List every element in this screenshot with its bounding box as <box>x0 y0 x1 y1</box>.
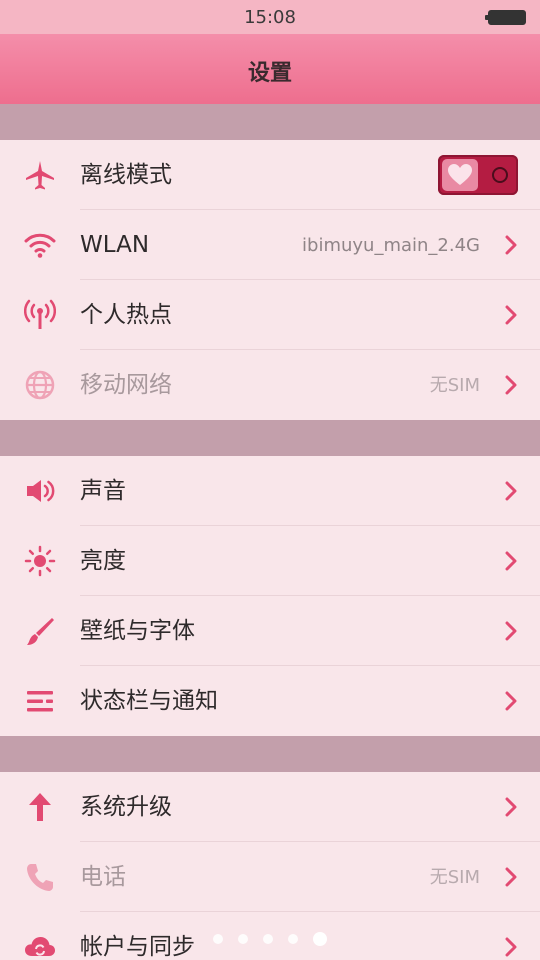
setting-label: WLAN <box>80 232 150 258</box>
setting-row-statusbar-notifications[interactable]: 状态栏与通知 <box>0 666 540 736</box>
page-dot[interactable] <box>288 934 298 944</box>
setting-row-airplane-mode[interactable]: 离线模式 <box>0 140 540 210</box>
speaker-icon <box>22 474 58 508</box>
brush-icon <box>22 614 58 648</box>
battery-icon <box>485 10 526 25</box>
setting-label: 亮度 <box>80 548 126 574</box>
setting-row-hotspot[interactable]: 个人热点 <box>0 280 540 350</box>
setting-row-wlan[interactable]: WLAN ibimuyu_main_2.4G <box>0 210 540 280</box>
section-divider <box>0 736 540 772</box>
settings-group-network: 离线模式 WLAN ibimuyu_main_2.4G 个人热点 移动网络 无S… <box>0 140 540 420</box>
setting-label: 电话 <box>80 864 126 890</box>
phone-icon <box>22 860 58 894</box>
setting-row-system-update[interactable]: 系统升级 <box>0 772 540 842</box>
page-indicator[interactable] <box>0 932 540 946</box>
page-dot[interactable] <box>313 932 327 946</box>
setting-label: 个人热点 <box>80 302 172 328</box>
page-title: 设置 <box>247 61 292 86</box>
page-dot[interactable] <box>238 934 248 944</box>
setting-label: 声音 <box>80 478 126 504</box>
setting-label: 移动网络 <box>80 372 172 398</box>
wifi-icon <box>22 228 58 262</box>
setting-row-wallpaper-font[interactable]: 壁纸与字体 <box>0 596 540 666</box>
airplane-icon <box>22 158 58 192</box>
chevron-right-icon <box>504 305 518 325</box>
chevron-right-icon <box>504 621 518 641</box>
wlan-network-name: ibimuyu_main_2.4G <box>302 235 480 256</box>
list-icon <box>22 684 58 718</box>
chevron-right-icon <box>504 867 518 887</box>
globe-icon <box>22 368 58 402</box>
airplane-mode-toggle[interactable] <box>438 155 518 195</box>
arrow-up-icon <box>22 790 58 824</box>
section-divider <box>0 104 540 140</box>
setting-label: 状态栏与通知 <box>80 688 218 714</box>
setting-label: 离线模式 <box>80 162 172 188</box>
status-bar: 15:08 <box>0 0 540 34</box>
settings-group-display: 声音 亮度 壁纸与字体 状态栏与通知 <box>0 456 540 736</box>
chevron-right-icon <box>504 691 518 711</box>
setting-row-brightness[interactable]: 亮度 <box>0 526 540 596</box>
chevron-right-icon <box>504 797 518 817</box>
chevron-right-icon <box>504 375 518 395</box>
toggle-indicator <box>492 167 508 183</box>
section-divider <box>0 420 540 456</box>
chevron-right-icon <box>504 481 518 501</box>
sim-status: 无SIM <box>429 375 480 396</box>
header: 设置 <box>0 34 540 104</box>
sun-icon <box>22 544 58 578</box>
chevron-right-icon <box>504 235 518 255</box>
sim-status: 无SIM <box>429 867 480 888</box>
chevron-right-icon <box>504 551 518 571</box>
hotspot-icon <box>22 298 58 332</box>
setting-label: 系统升级 <box>80 794 172 820</box>
heart-icon <box>442 159 478 191</box>
setting-row-mobile-network[interactable]: 移动网络 无SIM <box>0 350 540 420</box>
setting-row-sound[interactable]: 声音 <box>0 456 540 526</box>
page-dot[interactable] <box>213 934 223 944</box>
status-time: 15:08 <box>244 7 296 28</box>
setting-row-phone[interactable]: 电话 无SIM <box>0 842 540 912</box>
page-dot[interactable] <box>263 934 273 944</box>
setting-label: 壁纸与字体 <box>80 618 195 644</box>
